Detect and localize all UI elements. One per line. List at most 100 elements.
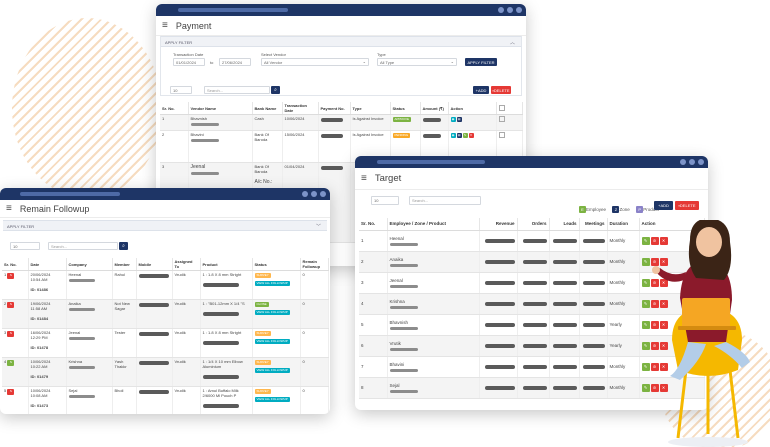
column-header[interactable]: Mobile (136, 258, 173, 271)
edit-icon[interactable]: ✎ (641, 299, 650, 308)
product-cell: 1 : "B01-12mm X 1/4 "S (200, 299, 253, 329)
edit-icon[interactable]: ✎ (641, 383, 650, 392)
chevron-down-icon[interactable]: ﹀ (316, 223, 321, 230)
column-header[interactable]: Type (350, 102, 391, 115)
window-dot-icon[interactable] (516, 7, 522, 13)
edit-icon[interactable]: ✎ (641, 257, 650, 266)
hamburger-menu-icon[interactable]: ≡ (162, 20, 168, 31)
column-header[interactable]: Amount (₹) (420, 102, 449, 115)
sr-cell: 1 (359, 230, 388, 252)
page-size-select[interactable]: 10 (170, 86, 192, 94)
followup-type-badge[interactable]: S (7, 302, 15, 308)
employee-legend-checkbox[interactable]: E (579, 206, 586, 214)
search-input[interactable]: Search... (409, 196, 481, 205)
column-header[interactable]: Transaction Date (282, 102, 319, 115)
followup-type-badge[interactable]: S (7, 389, 15, 395)
column-header[interactable]: Product (200, 258, 253, 271)
status-badge[interactable]: SURVEY (254, 273, 271, 278)
window-dot-icon[interactable] (507, 7, 513, 13)
duration-cell: Yearly (607, 314, 640, 336)
column-header[interactable]: Leads (549, 218, 580, 231)
table-row[interactable]: 1 Bhavnish Cash 10/06/2024 Is Against In… (160, 114, 523, 131)
status-badge[interactable]: SURVEY (254, 331, 271, 336)
view-all-followup-button[interactable]: VIEW ALL FOLLOWUP (254, 368, 290, 373)
column-header[interactable]: Sr. No. (359, 218, 388, 231)
table-row[interactable]: 4 S 10/06/2024 10:22 AM ID: 01479 Krishna Yas… (2, 357, 329, 387)
print-icon[interactable]: ▤ (456, 133, 462, 138)
column-header[interactable]: Date (28, 258, 67, 271)
add-button[interactable]: + ADD (654, 201, 673, 210)
page-size-select[interactable]: 10 (371, 196, 399, 205)
apply-filter-button[interactable]: APPLY FILTER (465, 58, 497, 66)
table-row[interactable]: 3 S 16/06/2024 12:29 PM ID: 01478 Jeenal Test… (2, 328, 329, 358)
hamburger-menu-icon[interactable]: ≡ (6, 203, 12, 214)
print-icon[interactable]: ▤ (456, 117, 462, 122)
column-header[interactable]: Company (66, 258, 113, 271)
table-row[interactable]: 5 S 10/06/2024 10:08 AM ID: 01473 Sejal Bhoil… (2, 386, 329, 414)
column-header[interactable]: Sr. No. (160, 102, 189, 115)
window-dot-icon[interactable] (302, 191, 308, 197)
column-header[interactable]: Payment No. (318, 102, 351, 115)
window-dot-icon[interactable] (689, 159, 695, 165)
followup-type-badge[interactable]: S (7, 273, 15, 279)
followup-type-badge[interactable]: S (7, 331, 15, 337)
search-button[interactable]: ⌕ (119, 242, 128, 250)
select-all-checkbox[interactable] (496, 102, 523, 115)
followup-type-badge[interactable]: S (7, 360, 15, 366)
table-row[interactable]: 2 S 19/06/2024 11:58 AM ID: 01484 Anaika Not … (2, 299, 329, 329)
delete-button[interactable]: ▪ DELETE (491, 86, 511, 94)
column-header[interactable]: Orders (517, 218, 550, 231)
column-header[interactable]: Status (252, 258, 301, 271)
column-header[interactable]: Vendor Name (188, 102, 253, 115)
window-dot-icon[interactable] (498, 7, 504, 13)
search-input[interactable]: Search... (48, 242, 118, 250)
status-badge[interactable]: CLOSE (254, 302, 269, 307)
add-button[interactable]: + ADD (473, 86, 489, 94)
column-header[interactable]: Duration (607, 218, 640, 231)
hamburger-menu-icon[interactable]: ≡ (361, 173, 367, 184)
delete-button[interactable]: ▪ DELETE (675, 201, 699, 210)
view-icon[interactable]: ◉ (450, 117, 456, 122)
date-to-field[interactable]: 27/06/2024 (219, 58, 251, 66)
view-all-followup-button[interactable]: VIEW ALL FOLLOWUP (254, 281, 290, 286)
column-header[interactable]: Meetings (579, 218, 608, 231)
edit-icon[interactable]: ✎ (641, 236, 650, 245)
edit-icon[interactable]: ✎ (641, 320, 650, 329)
status-badge[interactable]: SURVEY (254, 360, 271, 365)
column-header[interactable]: Member (112, 258, 137, 271)
status-badge[interactable]: SURVEY (254, 389, 271, 394)
row-checkbox[interactable] (496, 114, 523, 131)
edit-icon[interactable]: ✎ (462, 133, 468, 138)
edit-icon[interactable]: ✎ (641, 362, 650, 371)
filter-bar[interactable]: APPLY FILTER ﹀ (3, 220, 327, 231)
date-from-field[interactable]: 01/01/2024 (173, 58, 205, 66)
view-all-followup-button[interactable]: VIEW ALL FOLLOWUP (254, 397, 290, 402)
window-dot-icon[interactable] (320, 191, 326, 197)
type-select[interactable]: All Type ⌄ (377, 58, 457, 66)
column-header[interactable]: Employee / Zone / Product (387, 218, 480, 231)
column-header[interactable]: Status (390, 102, 421, 115)
column-header[interactable]: Remain Followup (300, 258, 329, 271)
table-row[interactable]: 1 S 20/06/2024 10:54 AM ID: 01486 Heenal Rahu… (2, 270, 329, 300)
column-header[interactable]: Bank Name (252, 102, 283, 115)
window-dot-icon[interactable] (680, 159, 686, 165)
status-badge[interactable]: APPROVE (392, 117, 412, 122)
page-size-select[interactable]: 10 (10, 242, 40, 250)
search-input[interactable]: Search... (204, 86, 270, 94)
column-header[interactable]: Revenue (479, 218, 518, 231)
status-badge[interactable]: PENDING (392, 133, 411, 138)
chevron-up-icon[interactable]: ︿ (510, 39, 515, 46)
view-all-followup-button[interactable]: VIEW ALL FOLLOWUP (254, 339, 290, 344)
view-icon[interactable]: ◉ (450, 133, 456, 138)
column-header[interactable]: Sr. No. (2, 258, 29, 271)
vendor-select[interactable]: All Vendor ⌄ (261, 58, 369, 66)
edit-icon[interactable]: ✎ (641, 278, 650, 287)
delete-icon[interactable]: ✕ (468, 133, 474, 138)
window-dot-icon[interactable] (311, 191, 317, 197)
filter-bar[interactable]: APPLY FILTER ︿ (161, 36, 521, 47)
window-dot-icon[interactable] (698, 159, 704, 165)
column-header[interactable]: Assigned To (172, 258, 201, 271)
search-button[interactable]: ⌕ (271, 86, 280, 94)
view-all-followup-button[interactable]: VIEW ALL FOLLOWUP (254, 310, 290, 315)
edit-icon[interactable]: ✎ (641, 341, 650, 350)
